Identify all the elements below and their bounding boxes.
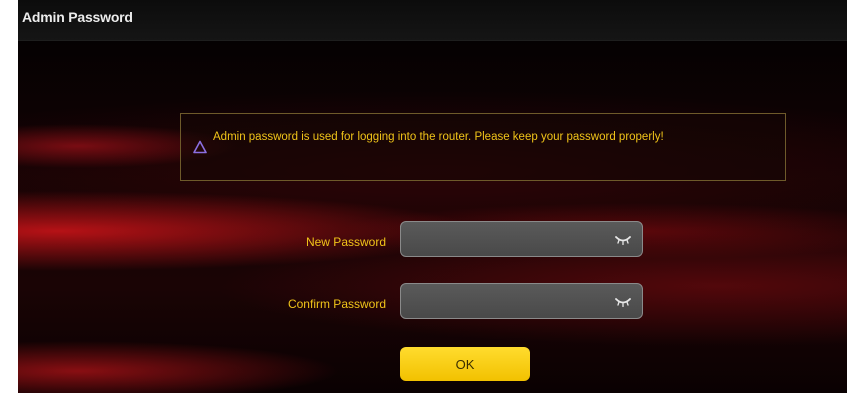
confirm-password-label: Confirm Password	[287, 297, 386, 311]
new-password-label: New Password	[305, 235, 386, 249]
eye-closed-icon[interactable]	[615, 297, 631, 307]
title-bar: Admin Password	[18, 0, 847, 41]
window-title: Admin Password	[22, 9, 133, 25]
admin-password-window: Admin Password Admin password is used fo…	[18, 0, 847, 393]
warning-triangle-icon	[193, 140, 207, 154]
warning-notice: Admin password is used for logging into …	[180, 113, 786, 181]
notice-text: Admin password is used for logging into …	[213, 131, 664, 143]
ok-button[interactable]: OK	[400, 347, 530, 381]
content-area: Admin password is used for logging into …	[18, 41, 847, 393]
confirm-password-input[interactable]	[400, 283, 643, 319]
new-password-input[interactable]	[400, 221, 643, 257]
eye-closed-icon[interactable]	[615, 235, 631, 245]
